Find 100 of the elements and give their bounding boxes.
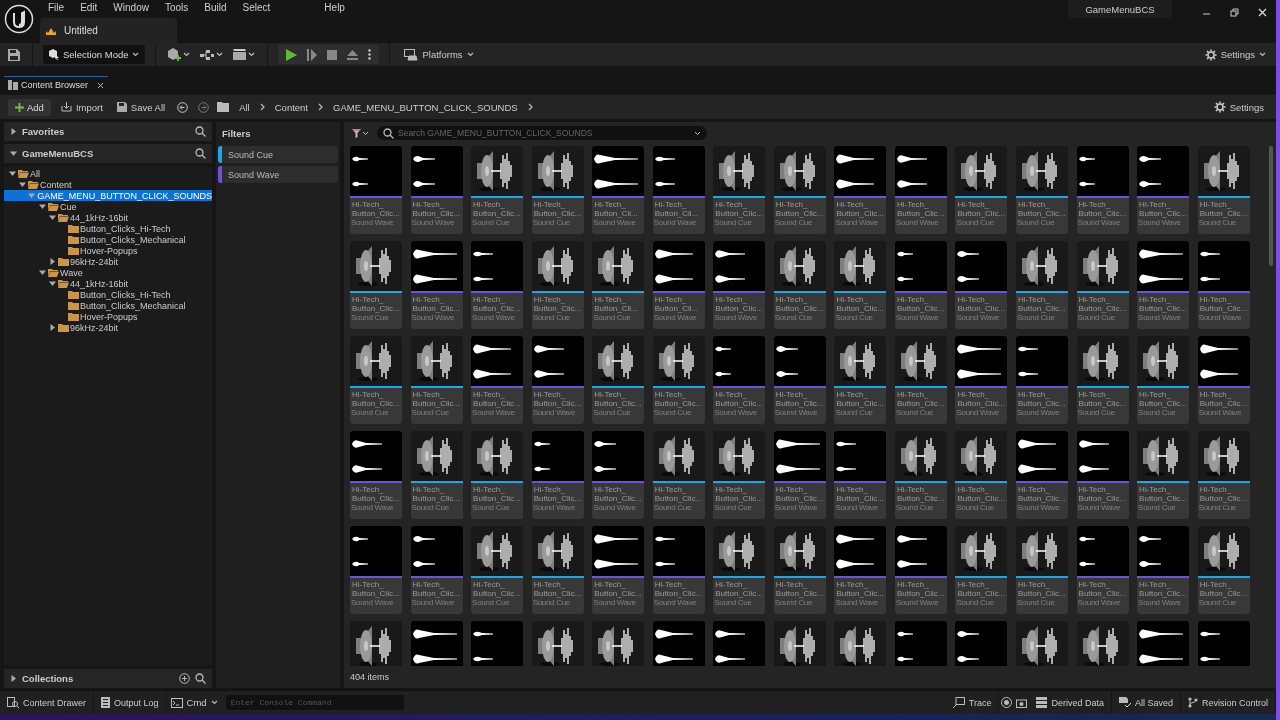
asset-name: Hi-Tech_ Button_Clic... bbox=[1017, 579, 1067, 598]
asset-tile[interactable]: Hi-Tech_ Button_Clic... Sound Wave bbox=[410, 146, 463, 234]
platforms-dropdown[interactable]: Platforms bbox=[400, 45, 478, 64]
folder-tree-item[interactable]: Button_Clicks_Mechanical bbox=[4, 300, 212, 311]
asset-tile[interactable]: Hi-Tech_ Button_Clic... Sound Cue bbox=[955, 526, 1008, 614]
favorites-header[interactable]: Favorites bbox=[4, 122, 212, 141]
selection-mode-dropdown[interactable]: Selection Mode bbox=[43, 45, 146, 64]
open-folder-icon bbox=[58, 279, 69, 288]
asset-tile[interactable]: Hi-Tech_ Button_Clic... Sound Cue bbox=[531, 526, 584, 614]
folder-tree-item[interactable]: 44_1kHz-16bit bbox=[4, 278, 212, 289]
asset-tile[interactable] bbox=[834, 621, 887, 667]
asset-tile[interactable] bbox=[894, 621, 947, 667]
waveform-drawing bbox=[654, 155, 675, 187]
filter-chip[interactable]: Sound Cue bbox=[218, 146, 338, 163]
folder-tree-item[interactable]: Cue bbox=[4, 201, 212, 212]
folder-tree-item[interactable]: All bbox=[4, 168, 212, 179]
folder-tree-item[interactable]: Hover-Popups bbox=[4, 245, 212, 256]
log-icon bbox=[101, 697, 111, 708]
breadcrumb-link[interactable]: GAME_MENU_BUTTON_CLICK_SOUNDS bbox=[329, 101, 522, 113]
asset-tile[interactable]: Hi-Tech_ Button_Clic... Sound Wave bbox=[410, 241, 463, 329]
asset-tile[interactable] bbox=[652, 621, 705, 667]
add-button[interactable]: Add bbox=[8, 98, 51, 116]
folder-tree-item[interactable]: Button_Clicks_Hi-Tech bbox=[4, 223, 212, 234]
save-all-button[interactable]: Save All bbox=[112, 97, 170, 117]
filter-chip[interactable]: Sound Wave bbox=[218, 166, 338, 183]
asset-tile[interactable]: Hi-Tech_ Button_Clic... Sound Wave bbox=[1076, 526, 1129, 614]
folder-icon bbox=[68, 235, 79, 244]
asset-tile[interactable]: Hi-Tech_ Button_Clic... Sound Wave bbox=[1076, 431, 1129, 519]
asset-name: Hi-Tech_ Button_Clic... bbox=[472, 389, 522, 408]
collections-header[interactable]: Collections bbox=[4, 669, 212, 688]
menu-item[interactable]: Help bbox=[316, 0, 353, 16]
asset-tile[interactable]: Hi-Tech_ Button_Clic... Sound Cue bbox=[955, 146, 1008, 234]
import-button[interactable]: Import bbox=[56, 97, 107, 117]
asset-tile[interactable] bbox=[350, 621, 402, 667]
asset-tile[interactable]: Hi-Tech_ Button_Clic... Sound Cue bbox=[531, 241, 584, 329]
asset-tile[interactable]: Hi-Tech_ Button_Clic... Sound Wave bbox=[410, 526, 463, 614]
folder-tree-item[interactable]: 96kHz-24bit bbox=[4, 256, 212, 267]
asset-tile[interactable] bbox=[1137, 621, 1190, 667]
folder-tree-item[interactable]: Wave bbox=[4, 267, 212, 278]
asset-name: Hi-Tech_ Button_Clic... bbox=[774, 484, 825, 503]
asset-tile[interactable]: Hi-Tech_ Button_Clic... Sound Wave bbox=[531, 431, 584, 519]
asset-tile[interactable]: Hi-Tech_ Button_Clic... Sound Cue bbox=[955, 431, 1008, 519]
asset-tile[interactable]: Hi-Tech_ Button_Clic... Sound Cue bbox=[531, 146, 584, 234]
asset-tile[interactable]: Hi-Tech_ Button_Clic... Sound Cue bbox=[1076, 336, 1129, 424]
menu-item[interactable]: Tools bbox=[156, 0, 197, 16]
settings-dropdown[interactable]: Settings bbox=[1200, 45, 1270, 64]
asset-tile[interactable]: Hi-Tech_ Button_Clic... Sound Cue bbox=[1076, 241, 1129, 329]
folder-tree-item[interactable]: 96kHz-24bit bbox=[4, 322, 212, 333]
asset-tile[interactable]: Hi-Tech_ Button_Clic... Sound Cue bbox=[410, 431, 463, 519]
folder-tree-item[interactable]: 44_1kHz-16bit bbox=[4, 212, 212, 223]
folder-label: Button_Clicks_Hi-Tech bbox=[80, 289, 171, 300]
folder-tree-item[interactable]: GAME_MENU_BUTTON_CLICK_SOUNDS bbox=[4, 190, 212, 201]
asset-tile[interactable] bbox=[410, 621, 463, 667]
folder-tree-item[interactable]: Hover-Popups bbox=[4, 311, 212, 322]
asset-tile[interactable] bbox=[592, 621, 645, 667]
asset-tile[interactable] bbox=[1016, 621, 1068, 667]
asset-tile[interactable]: Hi-Tech_ Button_Clic... Sound Wave bbox=[1076, 146, 1129, 234]
asset-tile[interactable]: Hi-Tech_ Button_Clic... Sound Wave bbox=[955, 241, 1008, 329]
folder-tree-item[interactable]: Button_Clicks_Hi-Tech bbox=[4, 289, 212, 300]
chevron-right-icon bbox=[527, 103, 533, 111]
asset-tile[interactable] bbox=[471, 621, 524, 667]
menu-item[interactable]: Edit bbox=[72, 0, 106, 16]
drawer-search-icon bbox=[7, 697, 19, 708]
folder-label: 44_1kHz-16bit bbox=[70, 278, 129, 289]
breadcrumb-link[interactable]: Content bbox=[270, 101, 312, 113]
asset-name: Hi-Tech_ Button_Clic... bbox=[895, 389, 946, 408]
search-field[interactable]: Search GAME_MENU_BUTTON_CLICK_SOUNDS bbox=[377, 126, 707, 140]
asset-tile[interactable] bbox=[1197, 621, 1250, 667]
asset-tile[interactable] bbox=[531, 621, 584, 667]
search-icon bbox=[195, 126, 206, 137]
folder-icon bbox=[68, 224, 79, 233]
asset-tile[interactable]: Hi-Tech_ Button_Clic... Sound Cue bbox=[410, 336, 463, 424]
settings-button[interactable]: Settings bbox=[1209, 97, 1268, 117]
asset-name: Hi-Tech_ Button_Clic... bbox=[411, 579, 462, 598]
asset-tile[interactable]: Hi-Tech_ Button_Clic... Sound Wave bbox=[531, 336, 584, 424]
menu-item[interactable]: Select bbox=[234, 0, 279, 16]
menu-item[interactable]: File bbox=[40, 0, 73, 16]
menu-item[interactable]: Build bbox=[196, 0, 235, 16]
import-icon bbox=[60, 102, 72, 112]
asset-tile[interactable]: Hi-Tech_ Button_Clic... Sound Wave bbox=[955, 336, 1008, 424]
folder-icon bbox=[68, 290, 79, 299]
asset-tile[interactable] bbox=[955, 621, 1008, 667]
asset-tile[interactable] bbox=[1076, 621, 1129, 667]
asset-name: Hi-Tech_ Button_Clic... bbox=[653, 579, 704, 598]
folder-tree-item[interactable]: Content bbox=[4, 179, 212, 190]
project-header[interactable]: GameMenuBCS bbox=[4, 144, 212, 163]
panel-tab[interactable]: Content Browser bbox=[4, 76, 109, 93]
asset-name: Hi-Tech_ Button_Clic... bbox=[532, 294, 583, 313]
asset-tile[interactable] bbox=[713, 621, 766, 667]
scrollbar-thumb[interactable] bbox=[1269, 146, 1273, 266]
asset-tile[interactable] bbox=[773, 621, 826, 667]
breadcrumb-link[interactable]: All bbox=[235, 101, 254, 113]
search-icon bbox=[195, 148, 206, 159]
cmd-dropdown[interactable]: Cmd bbox=[166, 693, 222, 712]
folder-tree-item[interactable]: Button_Clicks_Mechanical bbox=[4, 234, 212, 245]
waveform-drawing bbox=[896, 630, 913, 662]
asset-name: Hi-Tech_ Button_Clic... bbox=[532, 484, 583, 503]
waveform-drawing bbox=[352, 535, 368, 567]
document-tab[interactable]: Untitled bbox=[40, 18, 177, 43]
menu-item[interactable]: Window bbox=[105, 0, 157, 16]
